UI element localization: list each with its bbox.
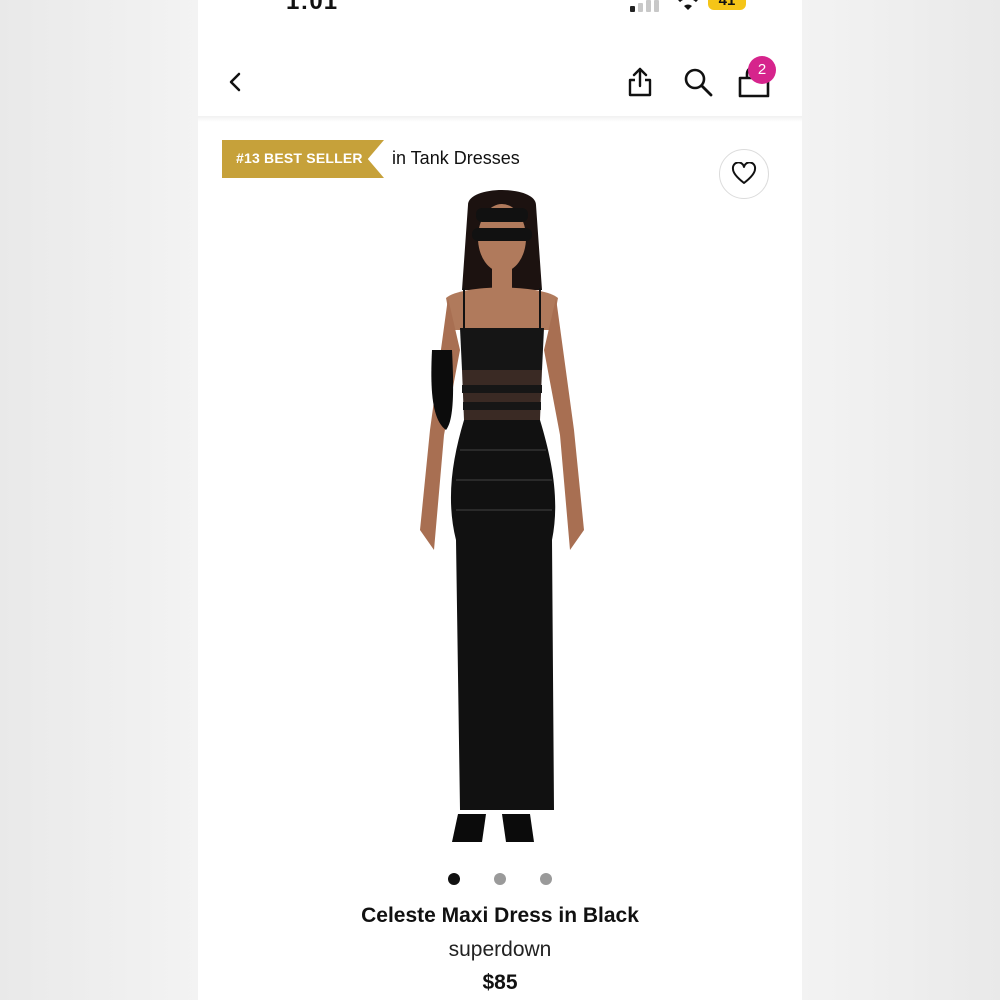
share-icon[interactable] [626,66,654,98]
background-left [0,0,198,1000]
dress-bodice [460,328,544,370]
product-name: Celeste Maxi Dress in Black [361,904,639,927]
wifi-icon [678,0,698,10]
product-image[interactable] [402,180,602,860]
carousel-dot-1[interactable] [448,873,460,885]
model-right-shoe [502,814,534,842]
status-time: 1:01 [286,0,339,15]
dress-band-1 [462,385,542,393]
chevron-left-icon[interactable] [222,68,250,96]
product-page: 1:01 41 2 #13 BEST SELLER in Tank Dresse… [198,0,802,1000]
battery-indicator: 41 [708,0,746,10]
cart-count-badge: 2 [748,56,776,84]
model-left-shoe [452,814,486,842]
carousel-dot-3[interactable] [540,873,552,885]
model-headband [476,208,528,222]
product-price: $85 [482,971,518,994]
top-nav-bar: 2 [198,50,802,116]
heart-icon [731,162,757,184]
search-icon[interactable] [682,66,714,98]
dress-band-2 [463,402,541,410]
bestseller-rank: #13 BEST SELLER [236,150,363,166]
model-sunglasses [472,228,532,241]
image-carousel-indicator [448,873,552,885]
background-right [802,0,1000,1000]
product-brand[interactable]: superdown [198,938,802,962]
carousel-dot-2[interactable] [494,873,506,885]
dress-sheer-panel [462,370,542,420]
nav-divider [198,116,802,122]
model-shoulders [446,287,558,330]
bestseller-category[interactable]: in Tank Dresses [392,148,520,169]
favorite-button[interactable] [719,149,769,199]
dress-skirt [450,420,556,810]
cellular-signal-icon [630,0,659,12]
